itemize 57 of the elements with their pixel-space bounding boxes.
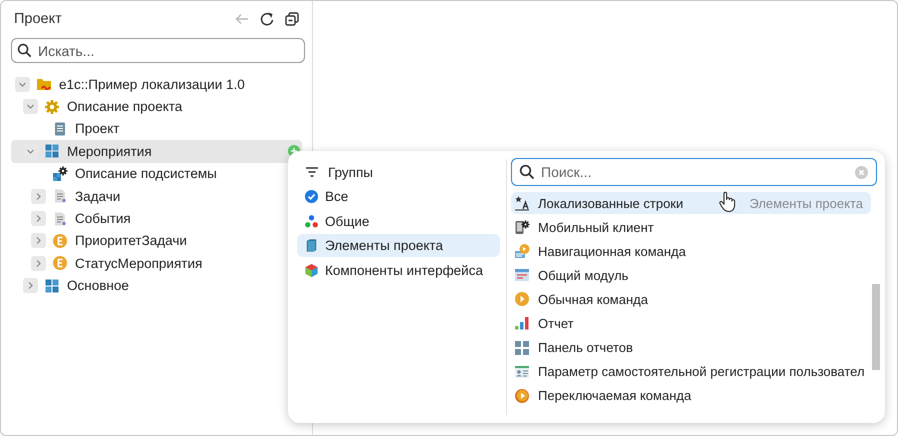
list-item[interactable]: Общий модуль xyxy=(511,264,871,286)
expand-toggle[interactable] xyxy=(31,188,46,204)
list-item[interactable]: Панель отчетов xyxy=(511,336,871,359)
tiles-icon xyxy=(514,340,530,356)
group-caption: Элементы проекта xyxy=(749,196,863,210)
document-icon xyxy=(52,120,68,137)
gear-icon xyxy=(44,98,60,115)
navigation-command-icon xyxy=(514,243,530,260)
tree-item[interactable]: Описание подсистемы xyxy=(11,162,302,185)
project-folder-icon xyxy=(36,76,52,92)
list-item[interactable]: Мобильный клиент xyxy=(511,216,871,238)
list-item[interactable]: Переключаемая команда xyxy=(511,384,871,407)
tree-item[interactable]: e1c::Пример локализации 1.0 xyxy=(11,73,302,96)
tree-item[interactable]: Мероприятия xyxy=(11,140,302,163)
enum-icon xyxy=(52,255,68,272)
search-icon xyxy=(17,43,32,58)
dots-icon xyxy=(304,214,319,228)
translate-icon xyxy=(514,195,530,211)
grid-icon xyxy=(44,143,60,160)
collapse-all-icon[interactable] xyxy=(284,11,300,27)
check-circle-icon xyxy=(304,189,319,204)
search-field[interactable]: Поиск... xyxy=(511,158,877,186)
list-item[interactable]: Параметр самостоятельной регистрации пользовател xyxy=(511,360,871,383)
tree-item[interactable]: Описание проекта xyxy=(11,95,302,118)
user-card-icon xyxy=(514,364,530,380)
list-item[interactable]: Отчет xyxy=(511,312,871,334)
groups-heading: Группы xyxy=(328,164,373,180)
cube-icon xyxy=(304,262,319,278)
group-item[interactable]: Элементы проекта xyxy=(297,234,500,257)
book-icon xyxy=(304,238,319,253)
play-circle-icon xyxy=(514,291,530,308)
expand-toggle[interactable] xyxy=(23,99,38,114)
scrollbar[interactable] xyxy=(872,284,880,370)
expand-toggle[interactable] xyxy=(31,211,46,226)
tree-item[interactable]: Проект xyxy=(11,118,302,140)
expand-toggle[interactable] xyxy=(31,233,46,248)
module-window-icon xyxy=(514,267,530,284)
toggle-command-icon xyxy=(514,388,530,404)
list-item[interactable]: Навигационная команда xyxy=(511,240,871,262)
panel-title: Проект xyxy=(14,11,63,27)
refresh-icon[interactable] xyxy=(259,11,275,27)
list-document-icon xyxy=(52,188,68,204)
grid-icon xyxy=(44,278,60,294)
hand-cursor-icon xyxy=(719,191,737,213)
list-item[interactable]: Обычная команда xyxy=(511,288,871,310)
search-icon xyxy=(519,164,535,180)
expand-toggle[interactable] xyxy=(15,76,30,92)
phone-gear-icon xyxy=(514,219,530,236)
bar-chart-icon xyxy=(514,315,530,332)
filter-icon xyxy=(304,164,320,180)
expand-toggle[interactable] xyxy=(31,256,46,271)
expand-toggle[interactable] xyxy=(23,278,38,294)
grid-gear-icon xyxy=(52,166,68,182)
enum-icon xyxy=(52,232,68,249)
list-item[interactable]: Локализованные строки Элементы проекта xyxy=(511,192,871,214)
list-document-icon xyxy=(52,210,68,227)
search-field[interactable]: Искать... xyxy=(11,38,305,63)
